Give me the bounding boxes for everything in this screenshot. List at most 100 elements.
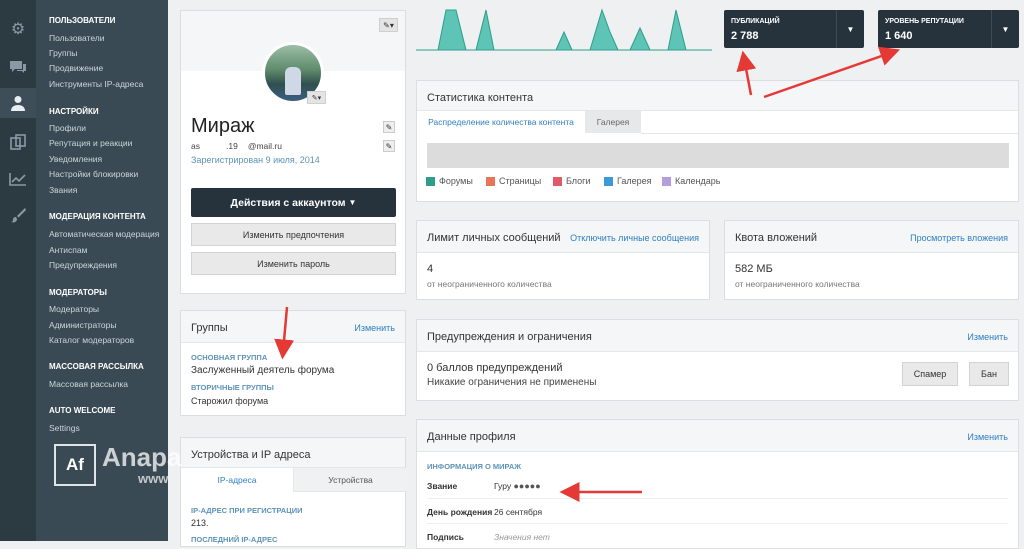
legend-swatch — [553, 176, 562, 186]
gears-icon[interactable]: ⚙ — [0, 14, 36, 44]
stat-publications-title: Публикаций — [731, 18, 780, 25]
sidebar-item-notifications[interactable]: Уведомления — [49, 154, 102, 164]
registered-date: Зарегистрирован 9 июля, 2014 — [191, 155, 320, 165]
view-attachments-link[interactable]: Просмотреть вложения — [910, 233, 1008, 243]
icon-bar: ⚙ — [0, 0, 36, 541]
content-stats-title: Статистика контента — [427, 92, 534, 104]
email-prefix: as — [191, 141, 200, 151]
email-mid: .19 — [225, 141, 238, 151]
legend-gallery: Галерея — [604, 176, 652, 186]
tab-content-distribution[interactable]: Распределение количества контента — [417, 111, 585, 133]
profile-data-edit-link[interactable]: Изменить — [967, 432, 1008, 442]
birthday-value: 26 сентября — [494, 507, 543, 517]
section-auto-welcome: Auto Welcome — [49, 406, 116, 415]
tab-gallery[interactable]: Галерея — [585, 111, 641, 133]
sidebar-item-auto-moderation[interactable]: Автоматическая модерация — [49, 229, 159, 239]
pm-limit-value: 4 — [427, 263, 434, 275]
legend-swatch — [662, 176, 671, 186]
watermark-sub: www — [138, 471, 169, 486]
last-ip-label: Последний IP-адрес — [191, 535, 278, 544]
content-distribution-bar — [427, 143, 1009, 168]
groups-header: Группы Изменить — [181, 311, 405, 343]
brush-icon[interactable] — [0, 200, 36, 230]
stat-reputation-title: Уровень репутации — [885, 18, 964, 25]
stat-reputation-value: 1 640 — [885, 30, 913, 42]
cover-edit-button[interactable]: ✎▾ — [379, 18, 398, 32]
sidebar-item-profiles[interactable]: Профили — [49, 123, 86, 133]
caret-down-icon[interactable]: ▼ — [991, 10, 1019, 48]
legend-label: Страницы — [499, 176, 542, 186]
chat-icon[interactable] — [0, 52, 36, 82]
warnings-title: Предупреждения и ограничения — [427, 331, 592, 343]
sidebar-item-mod-directory[interactable]: Каталог модераторов — [49, 335, 134, 345]
sidebar-item-administrators[interactable]: Администраторы — [49, 320, 116, 330]
spammer-button[interactable]: Спамер — [902, 362, 958, 386]
quota-title: Квота вложений — [735, 232, 818, 244]
warnings-edit-link[interactable]: Изменить — [967, 332, 1008, 342]
legend-label: Галерея — [617, 176, 652, 186]
groups-card: Группы Изменить Основная группа Заслужен… — [180, 310, 406, 416]
sidebar-item-promotion[interactable]: Продвижение — [49, 63, 103, 73]
account-actions-button[interactable]: Действия с аккаунтом ▼ — [191, 188, 396, 217]
sidebar-item-moderators[interactable]: Модераторы — [49, 304, 99, 314]
legend-swatch — [426, 176, 435, 186]
sidebar-item-ip-tools[interactable]: Инструменты IP-адреса — [49, 79, 143, 89]
secondary-groups-label: Вторичные группы — [191, 383, 274, 392]
pm-limit-card: Лимит личных сообщений Отключить личные … — [416, 220, 710, 300]
sidebar-item-users[interactable]: Пользователи — [49, 33, 104, 43]
sidebar-item-warnings[interactable]: Предупреждения — [49, 260, 117, 270]
copy-icon[interactable] — [0, 127, 36, 157]
name-edit-icon[interactable]: ✎ — [383, 121, 395, 133]
activity-sparkline — [416, 8, 712, 51]
ban-button[interactable]: Бан — [969, 362, 1009, 386]
quota-header: Квота вложений Просмотреть вложения — [725, 221, 1018, 253]
sidebar-item-groups[interactable]: Группы — [49, 48, 77, 58]
profile-info-label: Информация о Мираж — [427, 462, 522, 471]
rank-label: Звание — [427, 481, 458, 491]
legend-label: Блоги — [566, 176, 591, 186]
restrictions-status: Никакие ограничения не применены — [427, 377, 597, 388]
caret-down-icon: ▼ — [348, 198, 357, 207]
rank-value: Гуру ●●●●● — [494, 481, 541, 491]
tab-devices[interactable]: Устройства — [294, 468, 407, 492]
legend-label: Форумы — [439, 176, 473, 186]
profile-name: Мираж — [191, 115, 255, 137]
groups-edit-link[interactable]: Изменить — [354, 323, 395, 333]
stat-reputation[interactable]: Уровень репутации 1 640 ▼ — [878, 10, 1019, 48]
change-preferences-button[interactable]: Изменить предпочтения — [191, 223, 396, 246]
section-moderators: Модераторы — [49, 288, 107, 297]
watermark-name: Anapa — [102, 442, 182, 472]
profile-data-title: Данные профиля — [427, 431, 516, 443]
section-settings: Настройки — [49, 107, 99, 116]
profile-card: ✎▾ ✎▾ Мираж ✎ as .19 @mail.ru ✎ Зарегистри… — [180, 10, 406, 294]
avatar-edit-button[interactable]: ✎▾ — [307, 91, 326, 104]
legend-blogs: Блоги — [553, 176, 590, 186]
sidebar-item-bulk-mail[interactable]: Массовая рассылка — [49, 379, 128, 389]
primary-group-value: Заслуженный деятель форума — [191, 365, 335, 376]
profile-data-header: Данные профиля Изменить — [417, 420, 1018, 452]
user-icon[interactable] — [0, 88, 36, 118]
caret-down-icon[interactable]: ▼ — [836, 10, 864, 48]
sidebar-item-lockout[interactable]: Настройки блокировки — [49, 169, 138, 179]
disable-pm-link[interactable]: Отключить личные сообщения — [570, 233, 699, 243]
stat-publications[interactable]: Публикаций 2 788 ▼ — [724, 10, 864, 48]
legend-label: Календарь — [675, 176, 721, 186]
section-content-moderation: Модерация контента — [49, 212, 146, 221]
pm-limit-header: Лимит личных сообщений Отключить личные … — [417, 221, 709, 253]
sidebar-item-ranks[interactable]: Звания — [49, 185, 77, 195]
chart-icon[interactable] — [0, 164, 36, 194]
warnings-header: Предупреждения и ограничения Изменить — [417, 320, 1018, 352]
sidebar-item-antispam[interactable]: Антиспам — [49, 245, 87, 255]
email-edit-icon[interactable]: ✎ — [383, 140, 395, 152]
legend-swatch — [604, 176, 613, 186]
sidebar-item-reputation[interactable]: Репутация и реакции — [49, 138, 132, 148]
quota-value: 582 МБ — [735, 263, 773, 275]
change-password-button[interactable]: Изменить пароль — [191, 252, 396, 275]
devices-header: Устройства и IP адреса — [181, 438, 405, 468]
legend-forums: Форумы — [426, 176, 473, 186]
birthday-label: День рождения — [427, 507, 493, 517]
warning-points: 0 баллов предупреждений — [427, 362, 563, 374]
legend-calendar: Календарь — [662, 176, 720, 186]
section-bulk-mail: Массовая рассылка — [49, 362, 144, 371]
sidebar-item-settings[interactable]: Settings — [49, 423, 80, 433]
